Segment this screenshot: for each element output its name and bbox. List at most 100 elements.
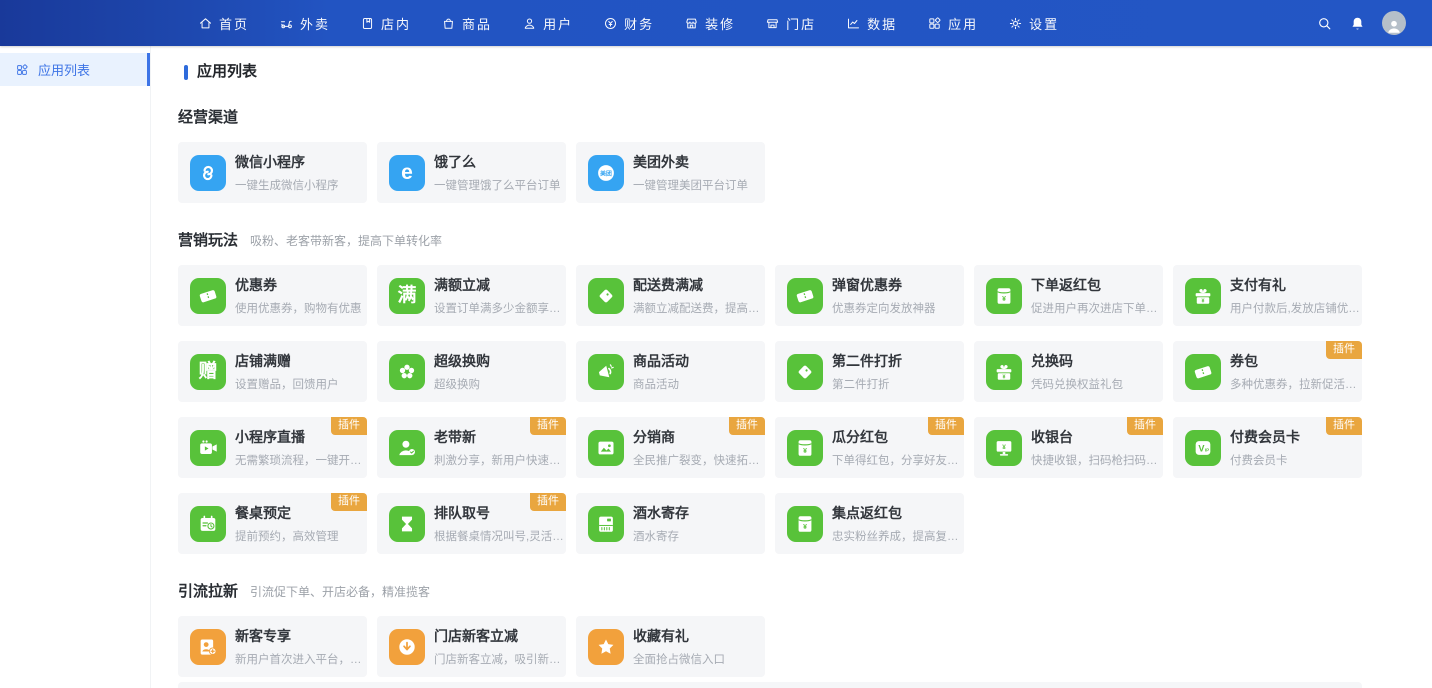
nav-item-data[interactable]: 数据 xyxy=(846,14,897,33)
app-card-marketing-14[interactable]: 插件分销商全民推广裂变，快速拓客... xyxy=(576,417,765,478)
app-subtitle: 设置赠品，回馈用户 xyxy=(235,376,339,392)
app-subtitle: 付费会员卡 xyxy=(1230,452,1300,468)
app-subtitle: 一键管理美团平台订单 xyxy=(633,177,748,193)
app-card-marketing-19[interactable]: 插件排队取号根据餐桌情况叫号,灵活方便 xyxy=(377,493,566,554)
nav-item-label: 用户 xyxy=(543,14,573,33)
top-navbar: 首页 外卖 店内 商品 用户 财务 装修 门店 数据 应用 设置 xyxy=(0,0,1432,46)
meituan-icon: 美团 xyxy=(588,155,624,191)
app-card-marketing-20[interactable]: 酒水寄存酒水寄存 xyxy=(576,493,765,554)
app-subtitle: 满额立减配送费，提高订... xyxy=(633,300,765,316)
app-subtitle: 门店新客立减，吸引新用... xyxy=(434,651,566,667)
coin-icon xyxy=(603,16,618,31)
search-button[interactable] xyxy=(1316,15,1333,32)
red-packet-icon: ¥ xyxy=(986,278,1022,314)
app-card-text: 微信小程序一键生成微信小程序 xyxy=(235,152,339,193)
app-card-marketing-17[interactable]: 插件VIP付费会员卡付费会员卡 xyxy=(1173,417,1362,478)
app-title: 餐桌预定 xyxy=(235,503,339,523)
app-subtitle: 用户付款后,发放店铺优惠券 xyxy=(1230,300,1362,316)
nav-item-stores[interactable]: 门店 xyxy=(765,14,816,33)
nav-item-label: 首页 xyxy=(219,14,249,33)
app-card-marketing-13[interactable]: 插件老带新刺激分享，新用户快速裂变 xyxy=(377,417,566,478)
app-card-marketing-21[interactable]: ¥集点返红包忠实粉丝养成，提高复购... xyxy=(775,493,964,554)
app-card-traffic-0[interactable]: 新客专享新用户首次进入平台，立... xyxy=(178,616,367,677)
app-card-channels-0[interactable]: 微信小程序一键生成微信小程序 xyxy=(178,142,367,203)
grid-icon xyxy=(927,16,942,31)
avatar-person-icon xyxy=(1385,17,1403,35)
nav-item-home[interactable]: 首页 xyxy=(198,14,249,33)
app-card-marketing-0[interactable]: 优惠券使用优惠券，购物有优惠 xyxy=(178,265,367,326)
app-card-marketing-10[interactable]: ¥兑换码凭码兑换权益礼包 xyxy=(974,341,1163,402)
nav-item-label: 数据 xyxy=(867,14,897,33)
app-card-marketing-18[interactable]: 插件餐桌预定提前预约，高效管理 xyxy=(178,493,367,554)
locker-icon xyxy=(588,506,624,542)
app-card-marketing-2[interactable]: 配送费满减满额立减配送费，提高订... xyxy=(576,265,765,326)
app-card-channels-1[interactable]: e饿了么一键管理饿了么平台订单 xyxy=(377,142,566,203)
nav-item-settings[interactable]: 设置 xyxy=(1008,14,1059,33)
app-card-text: 弹窗优惠券优惠券定向发放神器 xyxy=(832,275,936,316)
section-subtitle: 引流促下单、开店必备，精准揽客 xyxy=(250,583,430,600)
app-title: 店铺满赠 xyxy=(235,351,339,371)
svg-text:IP: IP xyxy=(1205,447,1209,452)
app-card-marketing-4[interactable]: ¥下单返红包促进用户再次进店下单，... xyxy=(974,265,1163,326)
app-subtitle: 刺激分享，新用户快速裂变 xyxy=(434,452,566,468)
app-subtitle: 根据餐桌情况叫号,灵活方便 xyxy=(434,528,566,544)
section-header-channels: 经营渠道 xyxy=(178,108,1432,128)
app-title: 支付有礼 xyxy=(1230,275,1362,295)
nav-item-instore[interactable]: 店内 xyxy=(360,14,411,33)
app-subtitle: 第二件打折 xyxy=(832,376,902,392)
svg-text:¥: ¥ xyxy=(803,447,807,454)
nav-item-users[interactable]: 用户 xyxy=(522,14,573,33)
sidebar-item-app-list[interactable]: 应用列表 xyxy=(0,53,150,86)
nav-menu: 首页 外卖 店内 商品 用户 财务 装修 门店 数据 应用 设置 xyxy=(198,14,1059,33)
calendar-clock-icon xyxy=(190,506,226,542)
nav-item-decorate[interactable]: 装修 xyxy=(684,14,735,33)
app-card-text: 商品活动商品活动 xyxy=(633,351,689,392)
app-card-marketing-16[interactable]: 插件¥收银台快捷收银，扫码枪扫码支付 xyxy=(974,417,1163,478)
grid-icon xyxy=(15,63,29,77)
app-title: 付费会员卡 xyxy=(1230,427,1300,447)
app-title: 门店新客立减 xyxy=(434,626,566,646)
nav-item-apps[interactable]: 应用 xyxy=(927,14,978,33)
app-card-text: 酒水寄存酒水寄存 xyxy=(633,503,689,544)
app-subtitle: 设置订单满多少金额享受... xyxy=(434,300,566,316)
app-card-marketing-12[interactable]: 插件小程序直播无需繁琐流程，一键开通... xyxy=(178,417,367,478)
storefront-icon xyxy=(765,16,780,31)
app-card-traffic-2[interactable]: 收藏有礼全面抢占微信入口 xyxy=(576,616,765,677)
app-card-marketing-3[interactable]: 弹窗优惠券优惠券定向发放神器 xyxy=(775,265,964,326)
nav-item-takeout[interactable]: 外卖 xyxy=(279,14,330,33)
app-card-text: 付费会员卡付费会员卡 xyxy=(1230,427,1300,468)
app-card-marketing-7[interactable]: 超级换购超级换购 xyxy=(377,341,566,402)
cashier-monitor-icon: ¥ xyxy=(986,430,1022,466)
app-card-marketing-8[interactable]: 商品活动商品活动 xyxy=(576,341,765,402)
app-card-marketing-1[interactable]: 满满额立减设置订单满多少金额享受... xyxy=(377,265,566,326)
app-subtitle: 商品活动 xyxy=(633,376,689,392)
section-header-marketing: 营销玩法吸粉、老客带新客，提高下单转化率 xyxy=(178,231,1432,251)
video-camera-icon xyxy=(190,430,226,466)
app-title: 弹窗优惠券 xyxy=(832,275,936,295)
wechat-miniprogram-icon xyxy=(190,155,226,191)
nav-item-label: 应用 xyxy=(948,14,978,33)
hourglass-icon xyxy=(389,506,425,542)
notifications-button[interactable] xyxy=(1349,15,1366,32)
nav-item-finance[interactable]: 财务 xyxy=(603,14,654,33)
zeng-character-icon: 赠 xyxy=(190,354,226,390)
app-card-marketing-15[interactable]: 插件¥瓜分红包下单得红包，分享好友，... xyxy=(775,417,964,478)
tag-icon xyxy=(588,278,624,314)
plugin-badge: 插件 xyxy=(928,417,964,435)
nav-item-label: 财务 xyxy=(624,14,654,33)
app-card-channels-2[interactable]: 美团美团外卖一键管理美团平台订单 xyxy=(576,142,765,203)
app-subtitle: 酒水寄存 xyxy=(633,528,689,544)
app-card-traffic-1[interactable]: 门店新客立减门店新客立减，吸引新用... xyxy=(377,616,566,677)
svg-text:¥: ¥ xyxy=(803,523,807,530)
app-card-marketing-11[interactable]: 插件券包多种优惠券，拉新促活促... xyxy=(1173,341,1362,402)
user-avatar[interactable] xyxy=(1382,11,1406,35)
plugin-badge: 插件 xyxy=(530,417,566,435)
app-title: 兑换码 xyxy=(1031,351,1123,371)
app-card-text: 门店新客立减门店新客立减，吸引新用... xyxy=(434,626,566,667)
app-card-marketing-9[interactable]: 第二件打折第二件打折 xyxy=(775,341,964,402)
sidebar-item-label: 应用列表 xyxy=(38,60,90,79)
app-card-marketing-6[interactable]: 赠店铺满赠设置赠品，回馈用户 xyxy=(178,341,367,402)
red-packet-icon: ¥ xyxy=(787,430,823,466)
app-card-marketing-5[interactable]: ¥支付有礼用户付款后,发放店铺优惠券 xyxy=(1173,265,1362,326)
nav-item-goods[interactable]: 商品 xyxy=(441,14,492,33)
